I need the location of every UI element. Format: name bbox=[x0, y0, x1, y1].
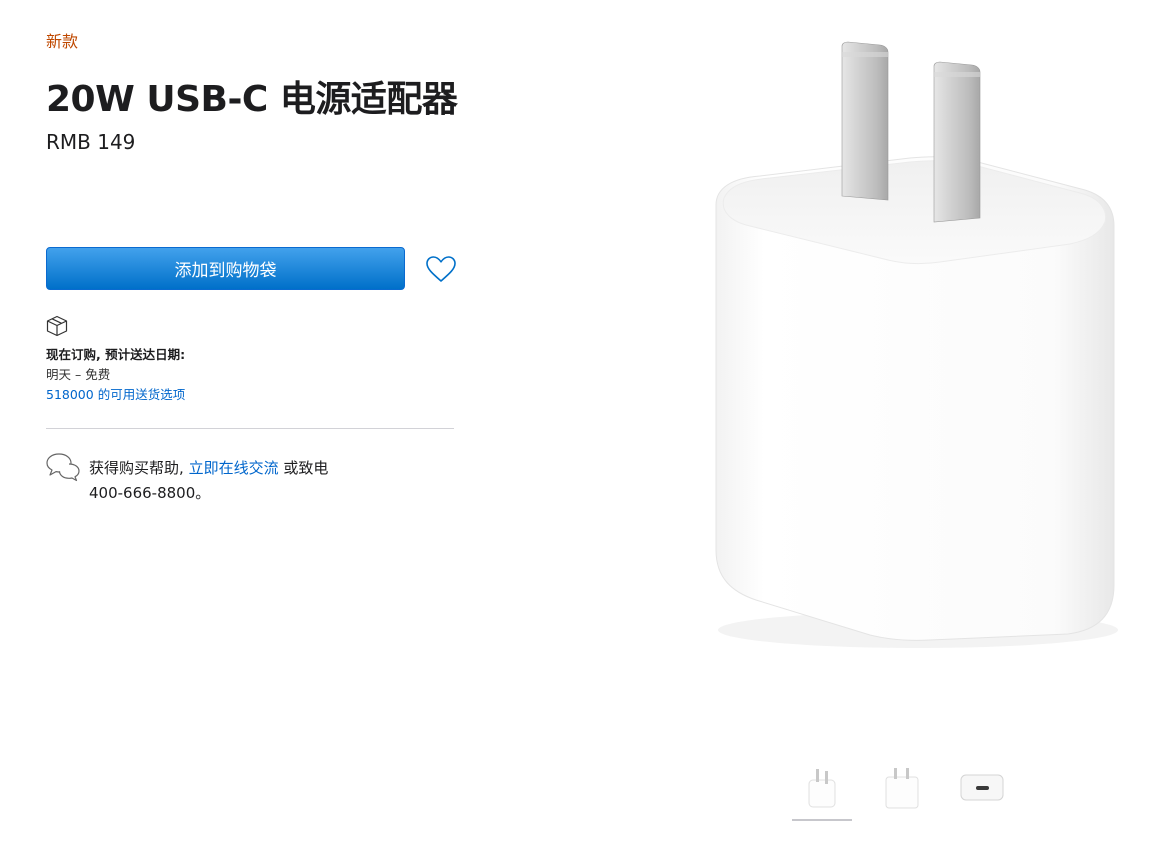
thumbnail-adapter-usb-c-port[interactable] bbox=[952, 760, 1012, 820]
chat-bubbles-icon bbox=[46, 453, 80, 482]
product-title: 20W USB-C 电源适配器 bbox=[46, 79, 458, 120]
divider bbox=[46, 428, 454, 429]
product-image bbox=[715, 41, 1118, 648]
adapter-bottom-thumbnail bbox=[960, 774, 1004, 801]
box-icon bbox=[46, 315, 68, 337]
delivery-info: 现在订购, 预计送达日期: 明天 – 免费 518000 的可用送货选项 bbox=[46, 345, 185, 405]
favorite-button[interactable] bbox=[423, 252, 459, 286]
delivery-options-link[interactable]: 518000 的可用送货选项 bbox=[46, 387, 185, 402]
help-prefix: 获得购买帮助, bbox=[89, 459, 184, 477]
delivery-value: 明天 – 免费 bbox=[46, 367, 111, 382]
adapter-side-thumbnail bbox=[885, 768, 919, 809]
help-phone: 400-666-8800。 bbox=[89, 484, 211, 502]
live-chat-link[interactable]: 立即在线交流 bbox=[189, 459, 279, 477]
help-suffix: 或致电 bbox=[283, 459, 329, 477]
new-badge: 新款 bbox=[46, 32, 79, 51]
adapter-front-thumbnail bbox=[808, 769, 836, 808]
product-price: RMB 149 bbox=[46, 130, 136, 154]
delivery-label: 现在订购, 预计送达日期: bbox=[46, 347, 186, 362]
thumbnail-adapter-side[interactable] bbox=[872, 760, 932, 820]
add-to-bag-button[interactable]: 添加到购物袋 bbox=[46, 247, 405, 290]
heart-icon bbox=[426, 256, 456, 282]
thumbnail-adapter-front[interactable] bbox=[792, 760, 852, 821]
selected-thumbnail-indicator bbox=[792, 819, 852, 821]
purchase-help: 获得购买帮助, 立即在线交流 或致电 400-666-8800。 bbox=[89, 456, 389, 506]
